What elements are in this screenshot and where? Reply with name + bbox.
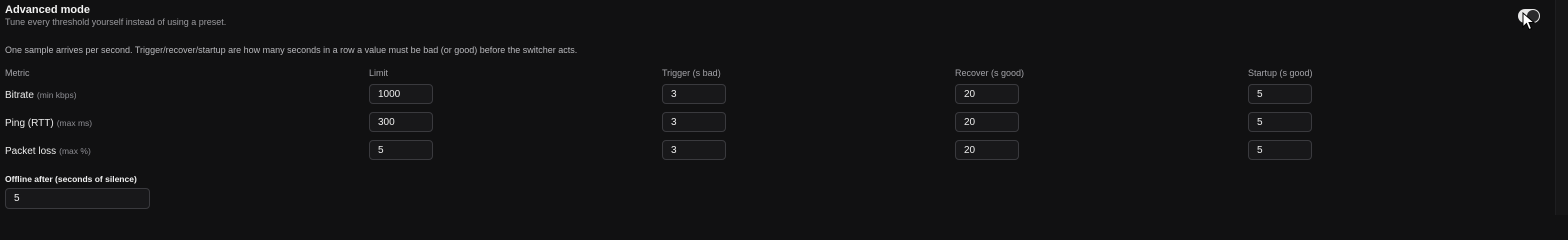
ping-trigger-input[interactable] (662, 112, 726, 132)
packet-loss-recover-input[interactable] (955, 140, 1019, 160)
column-header-recover: Recover (s good) (955, 68, 1025, 78)
metric-name: Ping (RTT) (5, 118, 54, 129)
metric-name: Bitrate (5, 90, 34, 101)
column-header-startup: Startup (s good) (1248, 68, 1313, 78)
offline-after-label: Offline after (seconds of silence) (5, 174, 137, 184)
ping-startup-input[interactable] (1248, 112, 1312, 132)
metric-label-bitrate: Bitrate (min kbps) (5, 90, 77, 101)
bitrate-trigger-input[interactable] (662, 84, 726, 104)
packet-loss-startup-input[interactable] (1248, 140, 1312, 160)
bitrate-startup-input[interactable] (1248, 84, 1312, 104)
scrollbar[interactable] (1555, 0, 1568, 215)
packet-loss-trigger-input[interactable] (662, 140, 726, 160)
bitrate-limit-input[interactable] (369, 84, 433, 104)
packet-loss-limit-input[interactable] (369, 140, 433, 160)
bitrate-recover-input[interactable] (955, 84, 1019, 104)
column-header-limit: Limit (369, 68, 389, 78)
metric-name: Packet loss (5, 146, 57, 157)
sampling-note: One sample arrives per second. Trigger/r… (5, 45, 578, 55)
metric-unit: (max ms) (56, 118, 93, 128)
metric-label-ping: Ping (RTT) (max ms) (5, 118, 92, 129)
ping-limit-input[interactable] (369, 112, 433, 132)
metric-unit: (min kbps) (36, 90, 77, 100)
column-header-trigger: Trigger (s bad) (662, 68, 721, 78)
ping-recover-input[interactable] (955, 112, 1019, 132)
metric-unit: (max %) (59, 146, 91, 156)
mouse-pointer-icon (1522, 12, 1536, 31)
section-title: Advanced mode (5, 4, 90, 16)
offline-after-input[interactable] (5, 188, 150, 209)
metric-label-packet-loss: Packet loss (max %) (5, 146, 91, 157)
section-subtitle: Tune every threshold yourself instead of… (5, 17, 227, 27)
column-header-metric: Metric (5, 68, 30, 78)
